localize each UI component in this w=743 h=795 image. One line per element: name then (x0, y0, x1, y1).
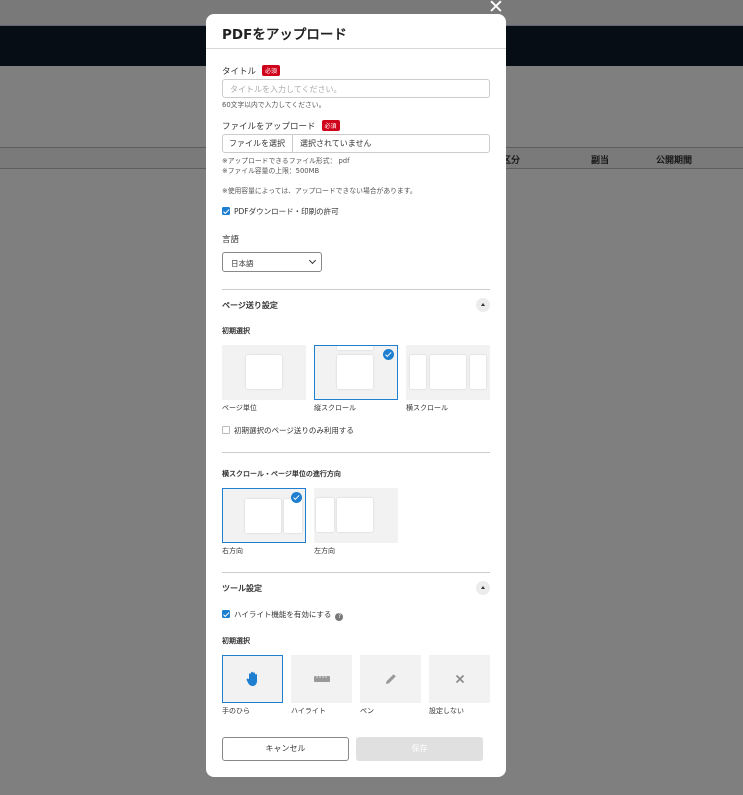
page-thumb (316, 498, 334, 532)
title-label-text: タイトル (222, 67, 257, 77)
option-label: 左方向 (314, 547, 335, 555)
page-thumb (337, 346, 373, 350)
page-thumb (337, 498, 373, 532)
file-label: ファイルをアップロード 必須 (222, 120, 340, 132)
help-icon[interactable]: ? (335, 613, 344, 621)
title-note: 60文字以内で入力してください。 (222, 101, 326, 109)
option-label: ページ単位 (222, 404, 257, 412)
option-label: 右方向 (222, 547, 243, 555)
page-thumb (430, 355, 466, 389)
page-turn-title: ページ送り設定 (222, 301, 278, 310)
option-horizontal-scroll[interactable] (406, 345, 490, 400)
option-page-unit[interactable] (222, 345, 306, 400)
divider (222, 572, 490, 573)
download-permission-label: PDFダウンロード・印刷の許可 (234, 207, 339, 216)
required-badge: 必須 (262, 65, 281, 76)
page-thumb (284, 499, 302, 533)
tool-hand[interactable] (222, 655, 283, 703)
download-permission-checkbox[interactable] (222, 207, 230, 215)
highlight-enable-text: ハイライト機能を有効にする (234, 610, 332, 619)
initial-selection-label: 初期選択 (222, 327, 250, 335)
x-icon (455, 674, 464, 684)
file-input[interactable]: ファイルを選択 選択されていません (222, 134, 490, 153)
collapse-up-icon[interactable] (476, 298, 490, 312)
capacity-warning: ※使用容量によっては、アップロードできない場合があります。 (222, 187, 417, 195)
tool-highlight[interactable] (291, 655, 352, 703)
file-label-text: ファイルをアップロード (222, 122, 316, 132)
highlight-enable-label: ハイライト機能を有効にする? (234, 609, 344, 621)
pen-icon (385, 674, 396, 684)
direction-title: 横スクロール・ページ単位の進行方向 (222, 470, 341, 478)
title-input[interactable]: タイトルを入力してください。 (222, 79, 490, 98)
save-button[interactable]: 保存 (356, 737, 483, 761)
option-vertical-scroll[interactable] (314, 345, 398, 400)
option-label: 縦スクロール (314, 404, 356, 412)
tool-label: ハイライト (291, 707, 326, 715)
divider (206, 48, 506, 49)
page-thumb (246, 355, 282, 389)
tool-label: 手のひら (222, 707, 250, 715)
hand-icon (246, 671, 257, 686)
file-status: 選択されていません (300, 139, 372, 148)
cancel-button[interactable]: キャンセル (222, 737, 349, 761)
highlight-enable-checkbox[interactable] (222, 610, 230, 618)
only-initial-checkbox[interactable] (222, 426, 230, 434)
modal-title: PDFをアップロード (222, 27, 347, 43)
tools-title: ツール設定 (222, 584, 262, 593)
tool-none[interactable] (429, 655, 490, 703)
file-size-note: ※ファイル容量の上限：500MB (222, 167, 320, 175)
option-left-direction[interactable] (314, 488, 398, 543)
tools-initial-label: 初期選択 (222, 637, 250, 645)
page-thumb (245, 499, 281, 533)
highlighter-icon (313, 676, 330, 682)
language-selected: 日本語 (231, 259, 254, 268)
title-placeholder: タイトルを入力してください。 (230, 85, 342, 94)
tool-pen[interactable] (360, 655, 421, 703)
option-label: 横スクロール (406, 404, 448, 412)
page-thumb (410, 355, 426, 389)
page-thumb (337, 355, 373, 389)
choose-file-button[interactable]: ファイルを選択 (223, 135, 293, 152)
title-label: タイトル 必須 (222, 65, 281, 77)
language-select[interactable]: 日本語 (222, 252, 322, 272)
tool-label: ペン (360, 707, 374, 715)
option-right-direction[interactable] (222, 488, 306, 543)
divider (222, 289, 490, 290)
required-badge: 必須 (321, 120, 340, 131)
tool-label: 設定しない (429, 707, 464, 715)
check-icon (291, 492, 302, 503)
upload-pdf-modal: PDFをアップロード タイトル 必須 タイトルを入力してください。 60文字以内で… (206, 14, 506, 777)
only-initial-label: 初期選択のページ送りのみ利用する (234, 426, 354, 435)
language-label: 言語 (222, 235, 240, 245)
check-icon (383, 349, 394, 360)
collapse-up-icon[interactable] (476, 581, 490, 595)
page-thumb (470, 355, 486, 389)
chevron-down-icon (308, 256, 317, 265)
divider (222, 452, 490, 453)
file-format-note: ※アップロードできるファイル形式： pdf (222, 157, 350, 165)
